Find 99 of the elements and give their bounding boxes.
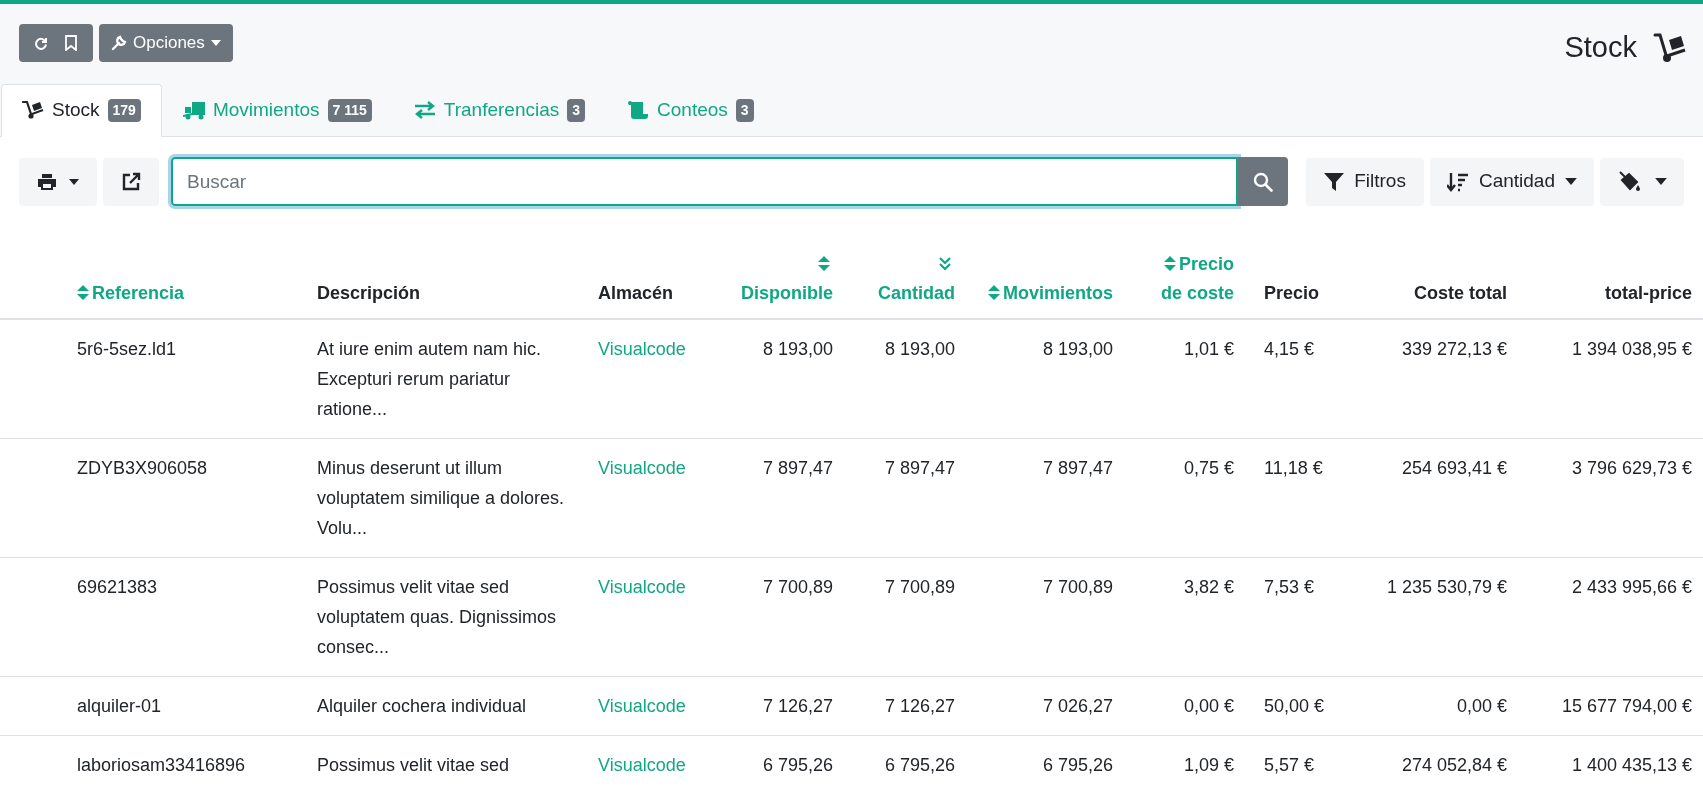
table-cell: 7 026,27 [1042, 696, 1113, 716]
table-cell: 5r6-5sez.ld1 [77, 339, 177, 359]
table-cell: 7 700,89 [1042, 577, 1113, 597]
column-header: Descripción [317, 282, 421, 305]
column-header[interactable]: Referencia [77, 279, 185, 308]
search-field[interactable]: Buscar [171, 157, 1239, 206]
filter-button[interactable]: Filtros [1306, 157, 1424, 206]
table-cell: 7 126,27 [762, 696, 833, 716]
refresh-icon [33, 35, 49, 51]
table-cell: 7 700,89 [884, 577, 955, 597]
caret-icon [69, 178, 79, 185]
table-cell: 6 795,26 [884, 755, 955, 775]
table-cell: 0,00 € [1183, 696, 1234, 716]
table-cell: 7 700,89 [762, 577, 833, 597]
hand-truck-icon [22, 99, 46, 122]
table-cell: 69621383 [77, 577, 158, 597]
double-chevron-icon [938, 256, 952, 271]
table-cell: 6 795,26 [762, 755, 833, 775]
table-cell: 7,53 € [1264, 577, 1315, 597]
table-cell: 11,18 € [1264, 458, 1323, 478]
table-cell: 7 897,47 [762, 458, 833, 478]
table-cell: At iure enim autem nam hic. Excepturi rerum pariatur ratione... [317, 339, 542, 419]
print-button[interactable] [19, 157, 97, 206]
warehouse-link[interactable]: Visualcode [598, 755, 686, 775]
table-cell: Possimus velit vitae sed voluptatem quas. Dignissimos consec... [317, 577, 557, 657]
table-cell: 3 796 629,73 € [1571, 458, 1692, 478]
table-cell: Possimus velit vitae sed [317, 755, 510, 775]
export-button[interactable] [103, 157, 159, 206]
count-badge: 3 [567, 99, 586, 122]
paint-bucket-icon [1617, 170, 1641, 193]
table-cell: 50,00 € [1264, 696, 1325, 716]
hand-truck-icon [1653, 31, 1687, 64]
column-header[interactable]: Movimientos [988, 279, 1113, 308]
table-cell: ZDYB3X906058 [77, 458, 208, 478]
table-cell: 8 193,00 [1042, 339, 1113, 359]
table-cell: 254 693,41 € [1401, 458, 1507, 478]
warehouse-link[interactable]: Visualcode [598, 696, 686, 716]
table-cell: laboriosam33416896 [77, 755, 246, 775]
sort-icon [988, 285, 1000, 300]
table-cell: 0,75 € [1183, 458, 1234, 478]
table-cell: 1 235 530,79 € [1386, 577, 1507, 597]
table-cell: 0,00 € [1456, 696, 1507, 716]
table-cell: Alquiler cochera individual [317, 696, 527, 716]
color-button[interactable] [1600, 157, 1684, 206]
table-cell: 8 193,00 [762, 339, 833, 359]
page-title: Stock [1564, 30, 1637, 65]
table-cell: 8 193,00 [884, 339, 955, 359]
count-badge: 179 [107, 99, 141, 122]
table-cell: 1 394 038,95 € [1571, 339, 1692, 359]
search-button[interactable] [1238, 157, 1289, 206]
caret-icon [1655, 178, 1667, 185]
column-header[interactable]: Cantidad [865, 250, 955, 308]
search-icon [1253, 171, 1274, 192]
table-cell: 1,09 € [1183, 755, 1234, 775]
table-cell: 5,57 € [1264, 755, 1315, 775]
column-header: Coste total [1414, 282, 1507, 305]
sort-icon [1446, 171, 1469, 192]
table-cell: 4,15 € [1264, 339, 1315, 359]
sort-icon [77, 285, 89, 300]
column-header: Precio [1264, 282, 1320, 305]
table-cell: 6 795,26 [1042, 755, 1113, 775]
table-cell: 1,01 € [1183, 339, 1234, 359]
wrench-icon [111, 35, 127, 51]
column-header[interactable]: Precio de coste [1150, 250, 1234, 308]
column-header[interactable]: Disponible [731, 250, 833, 308]
table-cell: 7 897,47 [1042, 458, 1113, 478]
bookmark-icon [64, 35, 78, 51]
sort-button[interactable]: Cantidad [1429, 157, 1594, 206]
options-button[interactable]: Opciones [99, 24, 233, 62]
warehouse-link[interactable]: Visualcode [598, 577, 686, 597]
table-cell: 2 433 995,66 € [1571, 577, 1692, 597]
tab[interactable]: Conteos 3 [606, 84, 775, 137]
tab[interactable]: Stock 179 [1, 84, 162, 137]
truck-icon [182, 99, 207, 122]
caret-icon [210, 40, 221, 46]
sort-icon [1163, 256, 1176, 271]
table-cell: alquiler-01 [77, 696, 162, 716]
external-link-icon [121, 171, 141, 192]
warehouse-link[interactable]: Visualcode [598, 458, 686, 478]
table-cell: 3,82 € [1183, 577, 1234, 597]
arrows-icon [413, 99, 438, 122]
table-cell: 7 897,47 [884, 458, 955, 478]
tab[interactable]: Movimientos 7 115 [161, 84, 393, 137]
column-header: total-price [1605, 282, 1692, 305]
warehouse-link[interactable]: Visualcode [598, 339, 686, 359]
tab[interactable]: Tranferencias 3 [392, 84, 607, 137]
column-header: Almacén [598, 282, 674, 305]
count-badge: 7 115 [327, 99, 372, 122]
count-badge: 3 [735, 99, 754, 122]
caret-icon [1565, 178, 1577, 185]
table-cell: 274 052,84 € [1401, 755, 1507, 775]
table-cell: 339 272,13 € [1401, 339, 1507, 359]
table-cell: 15 677 794,00 € [1561, 696, 1692, 716]
table-cell: Minus deserunt ut illum voluptatem similique a dolores. Volu... [317, 458, 565, 538]
printer-icon [37, 172, 57, 191]
filter-icon [1324, 171, 1345, 192]
table-cell: 1 400 435,13 € [1571, 755, 1692, 775]
table-cell: 7 126,27 [884, 696, 955, 716]
sort-icon [818, 256, 830, 271]
